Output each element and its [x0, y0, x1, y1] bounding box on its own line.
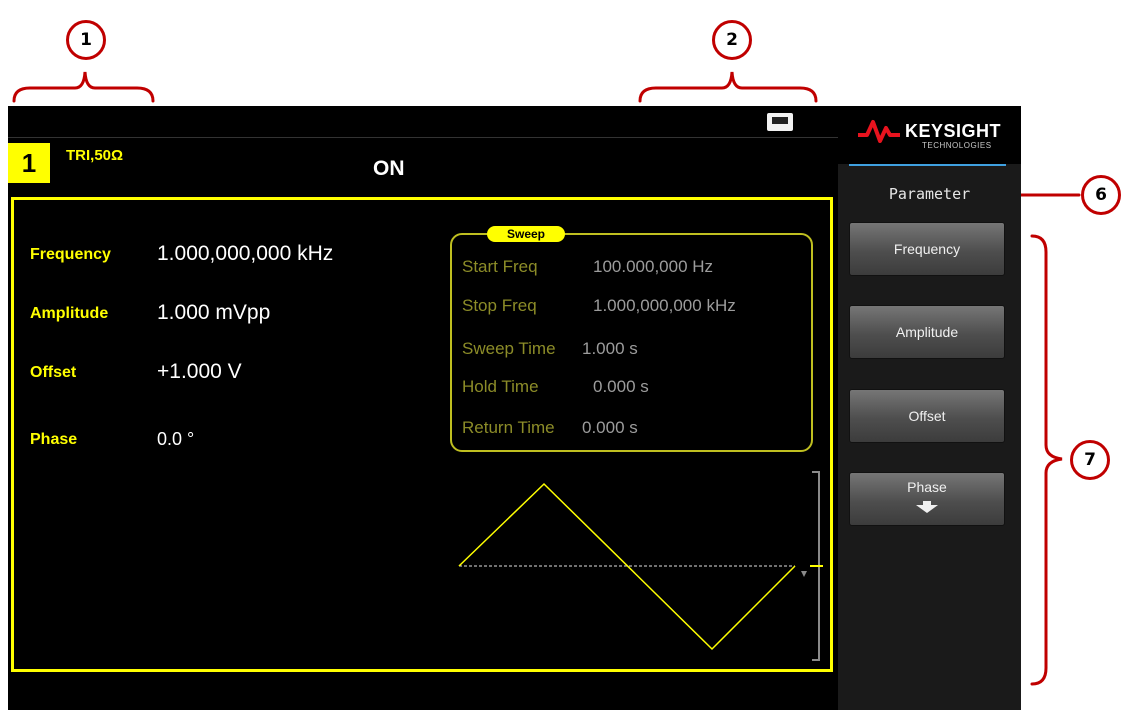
stop-freq-label: Stop Freq — [462, 296, 537, 315]
softkey-amplitude[interactable]: Amplitude — [849, 305, 1005, 359]
softkey-offset-label: Offset — [908, 408, 946, 424]
stop-freq-value[interactable]: 1.000,000,000 kHz — [593, 296, 736, 316]
sweep-time-label: Sweep Time — [462, 339, 556, 358]
sweep-title-badge: Sweep — [487, 226, 565, 242]
keysight-logo-icon — [858, 120, 900, 143]
down-arrow-icon — [916, 501, 938, 513]
brand-name: KEYSIGHT — [905, 121, 1002, 141]
offset-label: Offset — [30, 364, 77, 381]
softkey-amplitude-label: Amplitude — [895, 324, 959, 340]
bracket-1 — [12, 71, 155, 103]
channel-output-state: ON — [373, 157, 405, 180]
brand-subtitle: TECHNOLOGIES — [922, 141, 992, 150]
phase-value[interactable]: 0.0 ° — [157, 429, 194, 450]
softkey-frequency[interactable]: Frequency — [849, 222, 1005, 276]
network-status-icon — [767, 113, 793, 131]
frequency-label: Frequency — [30, 246, 111, 263]
bracket-7 — [1030, 234, 1063, 686]
start-freq-value[interactable]: 100.000,000 Hz — [593, 257, 713, 277]
waveform-preview — [455, 471, 823, 661]
softkey-phase-label: Phase — [907, 479, 947, 495]
frequency-value[interactable]: 1.000,000,000 kHz — [157, 242, 333, 266]
hold-time-label: Hold Time — [462, 377, 539, 396]
amplitude-value[interactable]: 1.000 mVpp — [157, 301, 270, 325]
return-time-value[interactable]: 0.000 s — [582, 418, 638, 438]
return-time-label: Return Time — [462, 418, 555, 437]
top-divider — [8, 137, 838, 138]
amplitude-label: Amplitude — [30, 305, 109, 322]
softkey-frequency-label: Frequency — [893, 241, 961, 257]
brand-accent-line — [849, 164, 1006, 166]
channel-waveform-label: TRI,50Ω — [66, 147, 124, 164]
softkey-offset[interactable]: Offset — [849, 389, 1005, 443]
offset-arrow-icon — [801, 571, 807, 577]
start-freq-label: Start Freq — [462, 257, 538, 276]
hold-time-value[interactable]: 0.000 s — [593, 377, 649, 397]
softkey-menu-title: Parameter — [888, 185, 971, 203]
channel-number-badge[interactable]: 1 — [8, 143, 50, 183]
offset-value[interactable]: +1.000 V — [157, 360, 242, 384]
bracket-2 — [638, 71, 818, 103]
softkey-phase[interactable]: Phase — [849, 472, 1005, 526]
sweep-time-value[interactable]: 1.000 s — [582, 339, 638, 359]
phase-label: Phase — [30, 431, 78, 448]
